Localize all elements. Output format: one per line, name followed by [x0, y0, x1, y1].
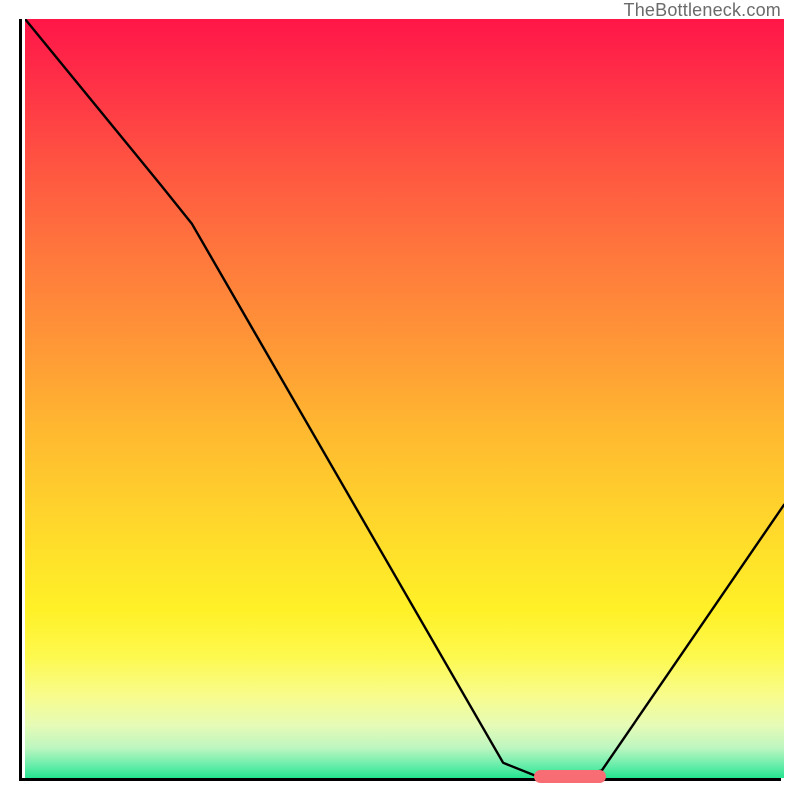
plot-area	[19, 19, 781, 781]
bottleneck-chart: TheBottleneck.com	[0, 0, 800, 800]
watermark-text: TheBottleneck.com	[624, 0, 781, 21]
gradient-background	[25, 19, 784, 778]
highlight-segment	[534, 770, 606, 783]
